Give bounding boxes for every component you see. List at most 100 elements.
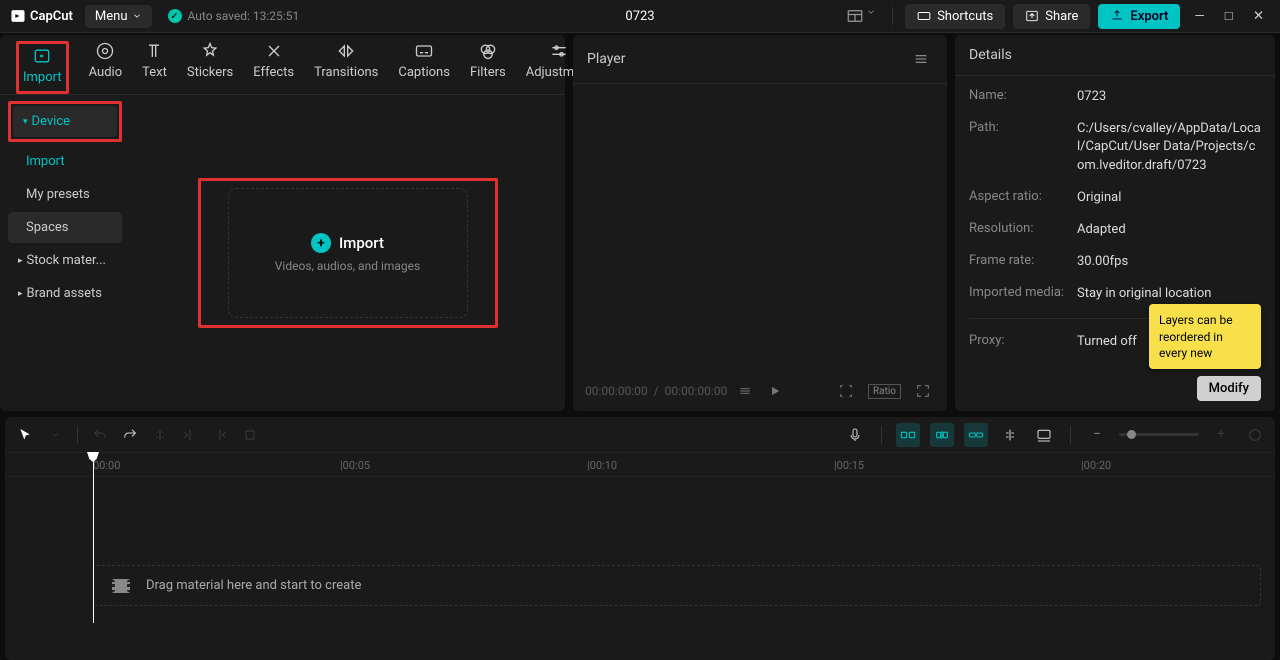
timeline-ruler[interactable]: 00:00 |00:05 |00:10 |00:15 |00:20	[5, 453, 1275, 477]
media-panel: Import Audio Text Stickers Effects Trans…	[0, 35, 565, 411]
tab-captions[interactable]: Captions	[398, 41, 450, 94]
timeline-tracks[interactable]: Drag material here and start to create	[5, 477, 1275, 660]
chevron-down-icon	[866, 7, 876, 17]
ratio-button[interactable]: Ratio	[868, 384, 901, 399]
playhead[interactable]	[93, 453, 94, 623]
keyboard-icon	[917, 9, 931, 23]
preview-toggle[interactable]	[1032, 423, 1056, 447]
import-subtitle: Videos, audios, and images	[275, 259, 420, 273]
path-value: C:/Users/cvalley/AppData/Local/CapCut/Us…	[1077, 120, 1261, 175]
sidebar-item-stock[interactable]: ▸Stock mater...	[8, 245, 122, 276]
redo-button[interactable]	[118, 423, 142, 447]
share-icon	[1025, 9, 1039, 23]
topbar-right: Shortcuts Share Export — □ ✕	[842, 3, 1270, 29]
import-title: Import	[339, 234, 384, 252]
import-content: + Import Videos, audios, and images	[130, 95, 565, 411]
fullscreen-icon	[915, 383, 931, 399]
player-header: Player	[573, 35, 947, 84]
magnet-auto-button[interactable]	[930, 423, 954, 447]
timeline-toolbar: − +	[5, 417, 1275, 453]
sidebar-item-brand[interactable]: ▸Brand assets	[8, 278, 122, 309]
close-button[interactable]: ✕	[1247, 5, 1270, 28]
divider	[77, 426, 78, 444]
sidebar-item-presets[interactable]: My presets	[8, 179, 122, 210]
details-title: Details	[955, 35, 1275, 76]
undo-button[interactable]	[88, 423, 112, 447]
app-logo: CapCut	[10, 8, 73, 24]
tab-audio[interactable]: Audio	[89, 41, 122, 94]
film-icon	[112, 579, 130, 593]
effects-icon	[264, 41, 284, 61]
import-dropzone[interactable]: + Import Videos, audios, and images	[228, 188, 468, 318]
scan-button[interactable]	[834, 379, 858, 403]
undo-icon	[92, 427, 108, 443]
divider	[892, 7, 893, 25]
maximize-button[interactable]: □	[1219, 4, 1239, 28]
fps-value: 30.00fps	[1077, 253, 1261, 271]
link-icon	[968, 428, 984, 442]
mic-button[interactable]	[843, 423, 867, 447]
shortcuts-button[interactable]: Shortcuts	[905, 4, 1005, 29]
sidebar-item-import[interactable]: Import	[8, 146, 122, 177]
trim-left-icon	[182, 427, 198, 443]
split-button[interactable]	[148, 423, 172, 447]
tick: |00:05	[340, 459, 370, 472]
fps-key: Frame rate:	[969, 253, 1077, 271]
menu-button[interactable]: Menu	[85, 5, 152, 28]
cursor-tool[interactable]	[13, 423, 37, 447]
zoom-fit-button[interactable]	[1243, 423, 1267, 447]
fit-icon	[1247, 427, 1263, 443]
crop-button[interactable]	[238, 423, 262, 447]
split-icon	[152, 427, 168, 443]
play-button[interactable]	[763, 379, 787, 403]
player-viewport[interactable]	[573, 84, 947, 371]
scan-icon	[838, 383, 854, 399]
link-button[interactable]	[964, 423, 988, 447]
resolution-value: Adapted	[1077, 221, 1261, 239]
media-import-icon	[32, 46, 52, 66]
sidebar-item-spaces[interactable]: Spaces	[8, 212, 122, 243]
zoom-thumb[interactable]	[1127, 430, 1136, 439]
delete-right-button[interactable]	[208, 423, 232, 447]
fullscreen-button[interactable]	[911, 379, 935, 403]
player-title: Player	[587, 51, 625, 67]
project-title: 0723	[625, 9, 654, 24]
grid-toggle[interactable]	[733, 379, 757, 403]
imported-key: Imported media:	[969, 285, 1077, 303]
main-row: Import Audio Text Stickers Effects Trans…	[0, 33, 1280, 411]
media-body: ▾Device Import My presets Spaces ▸Stock …	[0, 95, 565, 411]
zoom-slider[interactable]	[1119, 433, 1199, 436]
layout-button[interactable]	[842, 3, 880, 29]
tab-import[interactable]: Import	[23, 46, 62, 91]
modify-button[interactable]: Modify	[1197, 376, 1261, 401]
divider	[881, 426, 882, 444]
zoom-in-button[interactable]: +	[1209, 423, 1233, 447]
tab-effects[interactable]: Effects	[253, 41, 294, 94]
preview-icon	[1036, 427, 1052, 443]
tick: |00:20	[1081, 459, 1111, 472]
player-menu-button[interactable]	[909, 47, 933, 71]
align-button[interactable]	[998, 423, 1022, 447]
path-key: Path:	[969, 120, 1077, 175]
sidebar-item-device[interactable]: ▾Device	[13, 106, 117, 137]
player-panel: Player 00:00:00:00 / 00:00:00:00 Ratio	[573, 35, 947, 411]
divider	[1070, 426, 1071, 444]
magnet-auto-icon	[934, 428, 950, 442]
tab-transitions[interactable]: Transitions	[314, 41, 378, 94]
tab-filters[interactable]: Filters	[470, 41, 506, 94]
resolution-key: Resolution:	[969, 221, 1077, 239]
grid-icon	[738, 384, 752, 398]
highlight-dropzone: + Import Videos, audios, and images	[198, 178, 498, 328]
cursor-dropdown[interactable]	[43, 423, 67, 447]
trim-right-icon	[212, 427, 228, 443]
export-button[interactable]: Export	[1098, 4, 1180, 29]
tab-stickers[interactable]: Stickers	[187, 41, 233, 94]
magnet-main-button[interactable]	[896, 423, 920, 447]
zoom-out-button[interactable]: −	[1085, 423, 1109, 447]
tab-text[interactable]: Text	[142, 41, 167, 94]
delete-left-button[interactable]	[178, 423, 202, 447]
minimize-button[interactable]: —	[1188, 5, 1210, 28]
align-icon	[1002, 427, 1018, 443]
share-button[interactable]: Share	[1013, 4, 1090, 29]
track-dropzone[interactable]: Drag material here and start to create	[93, 565, 1261, 606]
